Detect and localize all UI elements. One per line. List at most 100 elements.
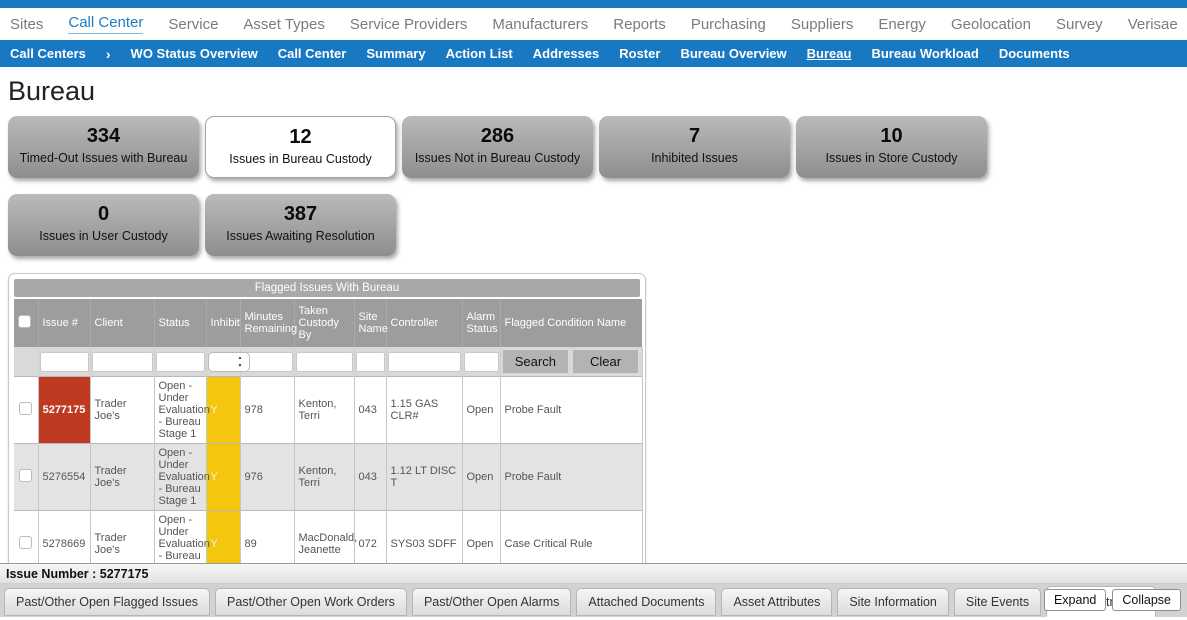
card-count: 7 (599, 124, 790, 148)
cell-issue: 5276554 (38, 444, 90, 511)
dock-actions: Expand Collapse (1044, 589, 1181, 611)
nav-item-purchasing[interactable]: Purchasing (691, 16, 766, 33)
tab-attached-documents[interactable]: Attached Documents (576, 588, 716, 616)
filter-issue-input[interactable] (40, 352, 89, 372)
subnav-item-bureau[interactable]: Bureau (807, 46, 852, 61)
column-header-status[interactable]: Status (154, 299, 206, 347)
filter-site-input[interactable] (356, 352, 385, 372)
tab-past-other-open-alarms[interactable]: Past/Other Open Alarms (412, 588, 571, 616)
subnav-item-action-list[interactable]: Action List (446, 46, 513, 61)
card-label: Issues in Bureau Custody (206, 152, 395, 166)
subnav-item-wo-status-overview[interactable]: WO Status Overview (131, 46, 258, 61)
tab-past-other-open-flagged-issues[interactable]: Past/Other Open Flagged Issues (4, 588, 210, 616)
row-checkbox[interactable] (19, 469, 32, 482)
cell-controller: 1.12 LT DISC T (386, 444, 462, 511)
cell-status: Open - Under Evaluation - Bureau Stage 1 (154, 444, 206, 511)
tab-site-events[interactable]: Site Events (954, 588, 1041, 616)
summary-card-inhibited-issues[interactable]: 7 Inhibited Issues (599, 116, 790, 178)
card-label: Issues Not in Bureau Custody (402, 151, 593, 165)
summary-card-issues-in-store-custody[interactable]: 10 Issues in Store Custody (796, 116, 987, 178)
cell-client: Trader Joe's (90, 444, 154, 511)
card-count: 12 (206, 125, 395, 149)
detail-tabs: Past/Other Open Flagged IssuesPast/Other… (0, 584, 1187, 617)
column-header-alarm-status[interactable]: Alarm Status (462, 299, 500, 347)
nav-item-service[interactable]: Service (168, 16, 218, 33)
column-header-taken-custody-by[interactable]: Taken Custody By (294, 299, 354, 347)
expand-button[interactable]: Expand (1044, 589, 1106, 611)
subnav-item-call-center[interactable]: Call Center (278, 46, 347, 61)
page-title: Bureau (8, 76, 1187, 107)
subnav-item-addresses[interactable]: Addresses (533, 46, 599, 61)
nav-item-energy[interactable]: Energy (878, 16, 926, 33)
subnav-item-call-centers[interactable]: Call Centers (10, 46, 86, 61)
tab-asset-attributes[interactable]: Asset Attributes (721, 588, 832, 616)
inhibit-filter-select[interactable]: ▲▼ (208, 352, 250, 372)
column-header-minutes-remaining[interactable]: Minutes Remaining (240, 299, 294, 347)
summary-card-issues-in-bureau-custody[interactable]: 12 Issues in Bureau Custody (205, 116, 396, 178)
card-count: 0 (8, 202, 199, 226)
nav-item-suppliers[interactable]: Suppliers (791, 16, 854, 33)
panel-title: Flagged Issues With Bureau (14, 279, 640, 297)
summary-cards: 334Timed-Out Issues with Bureau 12 Issues … (8, 116, 1187, 272)
table-filter-row: ▲▼ Search Clear (14, 347, 642, 377)
search-button[interactable]: Search (503, 350, 569, 373)
select-all-checkbox[interactable] (18, 315, 31, 328)
collapse-button[interactable]: Collapse (1112, 589, 1181, 611)
subnav-item-bureau-workload[interactable]: Bureau Workload (871, 46, 978, 61)
nav-item-manufacturers[interactable]: Manufacturers (492, 16, 588, 33)
cell-flagged: Probe Fault (500, 377, 642, 444)
column-header-issue-[interactable]: Issue # (38, 299, 90, 347)
row-checkbox[interactable] (19, 402, 32, 415)
nav-item-survey[interactable]: Survey (1056, 16, 1103, 33)
primary-nav: Sites Call Center Service Asset Types Servic… (0, 8, 1187, 40)
nav-item-sites[interactable]: Sites (10, 16, 43, 33)
column-header-controller[interactable]: Controller (386, 299, 462, 347)
card-count: 10 (796, 124, 987, 148)
summary-card-timed-out-issues-with-bureau[interactable]: 334Timed-Out Issues with Bureau (8, 116, 199, 178)
table-row: 5277175Trader Joe'sOpen - Under Evaluati… (14, 377, 642, 444)
filter-client-input[interactable] (92, 352, 153, 372)
card-count: 334 (8, 124, 199, 148)
filter-controller-input[interactable] (388, 352, 461, 372)
subnav-item-bureau-overview[interactable]: Bureau Overview (680, 46, 786, 61)
filter-alarm-input[interactable] (464, 352, 499, 372)
tab-past-other-open-work-orders[interactable]: Past/Other Open Work Orders (215, 588, 407, 616)
column-header-inhibit[interactable]: Inhibit (206, 299, 240, 347)
cell-custody: Kenton, Terri (294, 377, 354, 444)
secondary-nav: Call Centers›WO Status OverviewCall Cent… (0, 40, 1187, 67)
nav-item-service-providers[interactable]: Service Providers (350, 16, 468, 33)
nav-item-geolocation[interactable]: Geolocation (951, 16, 1031, 33)
nav-item-call-center[interactable]: Call Center (68, 14, 143, 34)
cell-alarm: Open (462, 377, 500, 444)
cell-custody: Kenton, Terri (294, 444, 354, 511)
tab-site-information[interactable]: Site Information (837, 588, 949, 616)
issue-number-bar: Issue Number : 5277175 (0, 563, 1187, 584)
subnav-item-documents[interactable]: Documents (999, 46, 1070, 61)
nav-item-asset-types[interactable]: Asset Types (243, 16, 324, 33)
filter-custody-input[interactable] (296, 352, 353, 372)
nav-item-reports[interactable]: Reports (613, 16, 666, 33)
table-row: 5276554Trader Joe'sOpen - Under Evaluati… (14, 444, 642, 511)
column-header-client[interactable]: Client (90, 299, 154, 347)
cell-minutes: 978 (240, 377, 294, 444)
cell-inhibit: Y (206, 444, 240, 511)
subnav-item-roster[interactable]: Roster (619, 46, 660, 61)
cell-client: Trader Joe's (90, 377, 154, 444)
cell-site: 043 (354, 444, 386, 511)
card-label: Issues in Store Custody (796, 151, 987, 165)
column-header-site-name[interactable]: Site Name (354, 299, 386, 347)
card-label: Inhibited Issues (599, 151, 790, 165)
clear-button[interactable]: Clear (573, 350, 639, 373)
filter-status-input[interactable] (156, 352, 205, 372)
cell-alarm: Open (462, 444, 500, 511)
subnav-item-summary[interactable]: Summary (366, 46, 425, 61)
summary-card-issues-awaiting-resolution[interactable]: 387Issues Awaiting Resolution (205, 194, 396, 256)
column-header-flagged-condition-name[interactable]: Flagged Condition Name (500, 299, 642, 347)
summary-card-issues-not-in-bureau-custody[interactable]: 286Issues Not in Bureau Custody (402, 116, 593, 178)
cell-inhibit: Y (206, 377, 240, 444)
row-checkbox[interactable] (19, 536, 32, 549)
cell-minutes: 976 (240, 444, 294, 511)
cell-flagged: Probe Fault (500, 444, 642, 511)
summary-card-issues-in-user-custody[interactable]: 0Issues in User Custody (8, 194, 199, 256)
nav-item-verisae[interactable]: Verisae (1128, 16, 1178, 33)
